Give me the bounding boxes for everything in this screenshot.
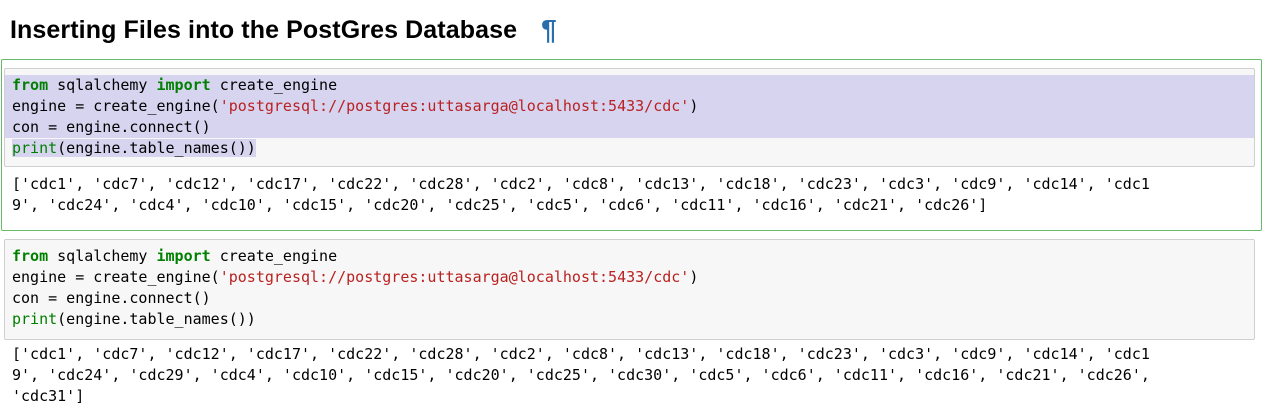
code-cell[interactable]: from sqlalchemy import create_engine eng… [1,236,1262,411]
code-line-import: from sqlalchemy import create_engine [5,75,1254,96]
keyword-from: from [12,247,49,265]
import-name: create_engine [210,247,338,265]
cell-output: ['cdc1', 'cdc7', 'cdc12', 'cdc17', 'cdc2… [12,344,1231,407]
builtin-print: print [12,310,58,328]
connection-string: 'postgresql://postgres:uttasarga@localho… [219,97,690,115]
selected-print-text: print(engine.table_names()) [12,139,256,157]
notebook-heading: Inserting Files into the PostGres Databa… [10,14,557,46]
engine-suffix: ) [689,97,699,115]
keyword-from: from [12,76,49,94]
engine-prefix: engine = create_engine( [12,97,220,115]
engine-prefix: engine = create_engine( [12,268,220,286]
keyword-import: import [156,76,211,94]
output-line: 9', 'cdc24', 'cdc29', 'cdc4', 'cdc10', '… [12,366,1150,384]
code-line-print: print(engine.table_names()) [12,309,1247,330]
code-line-engine: engine = create_engine('postgresql://pos… [12,267,1247,288]
code-input-area[interactable]: from sqlalchemy import create_engine eng… [4,68,1255,167]
import-name: create_engine [210,76,338,94]
heading-title: Inserting Files into the PostGres Databa… [10,15,518,44]
print-args: (engine.table_names()) [57,310,256,328]
code-line-engine: engine = create_engine('postgresql://pos… [5,96,1254,117]
code-line-connect: con = engine.connect() [5,117,1254,138]
engine-suffix: ) [689,268,699,286]
output-line: 'cdc31'] [12,387,85,405]
module-name: sqlalchemy [48,247,157,265]
code-input-area[interactable]: from sqlalchemy import create_engine eng… [4,239,1255,340]
code-line-connect: con = engine.connect() [12,289,211,307]
code-line-print: print(engine.table_names()) [12,138,1247,159]
output-line: 9', 'cdc24', 'cdc4', 'cdc10', 'cdc15', '… [12,196,988,214]
connection-string: 'postgresql://postgres:uttasarga@localho… [219,268,690,286]
code-cell-selected[interactable]: from sqlalchemy import create_engine eng… [1,59,1262,231]
output-line: ['cdc1', 'cdc7', 'cdc12', 'cdc17', 'cdc2… [12,345,1150,363]
builtin-print: print [12,139,58,157]
output-line: ['cdc1', 'cdc7', 'cdc12', 'cdc17', 'cdc2… [12,175,1150,193]
print-args: (engine.table_names()) [57,139,256,157]
code-line-import: from sqlalchemy import create_engine [12,246,1247,267]
module-name: sqlalchemy [48,76,157,94]
keyword-import: import [156,247,211,265]
anchor-link-icon[interactable]: ¶ [541,14,557,46]
cell-output: ['cdc1', 'cdc7', 'cdc12', 'cdc17', 'cdc2… [12,174,1231,216]
